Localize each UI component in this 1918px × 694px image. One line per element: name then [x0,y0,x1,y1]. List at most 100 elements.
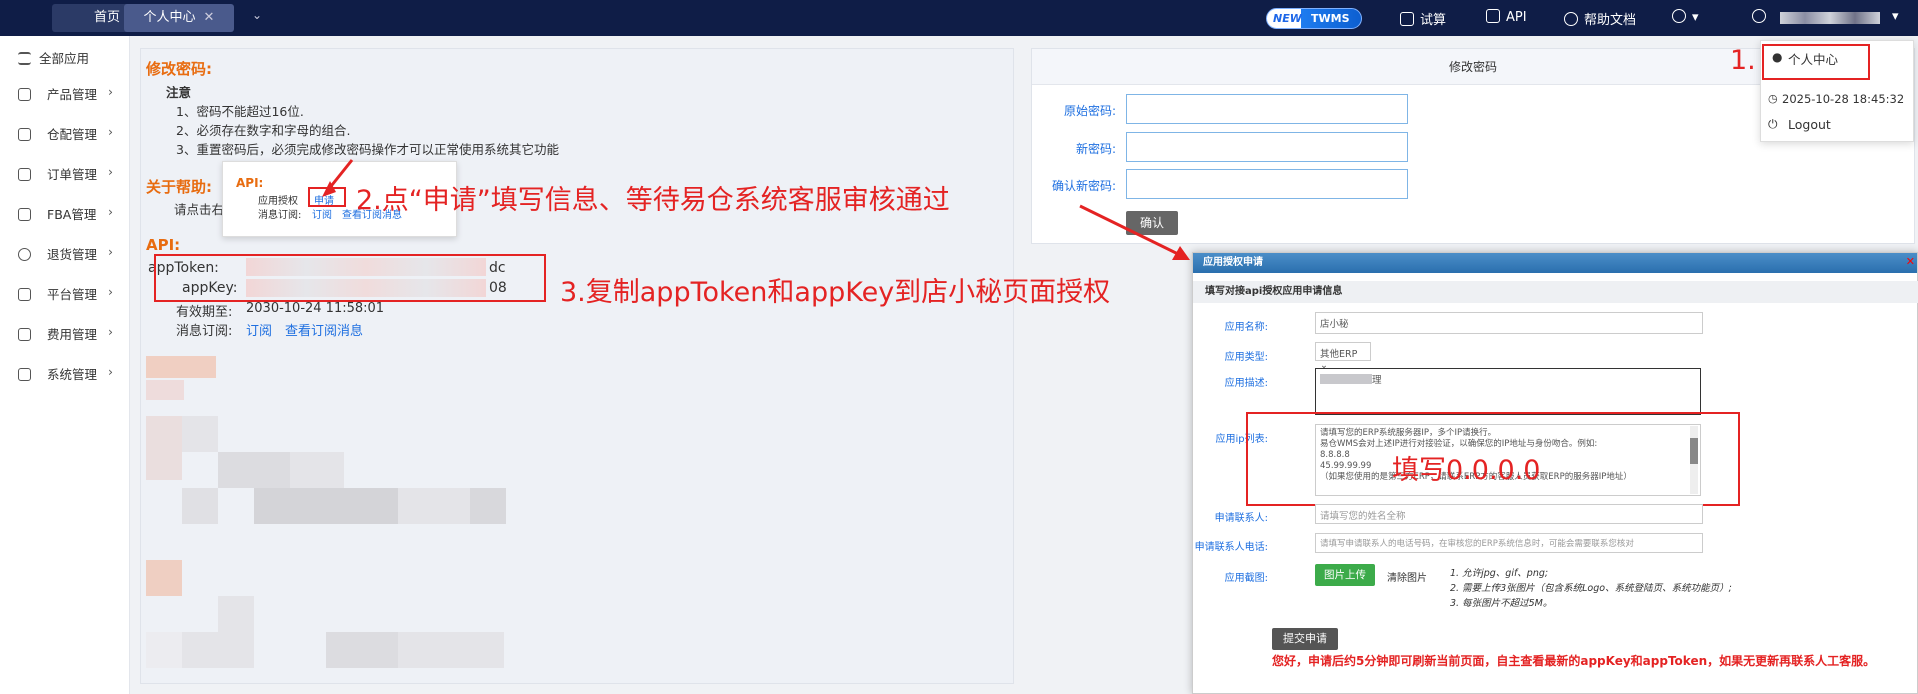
sidebar-item-returns[interactable]: 退货管理 › [18,244,113,264]
subscribe-label: 消息订阅: [176,324,233,339]
token-highlight-box [154,254,546,302]
new-password-input[interactable] [1126,132,1408,162]
close-icon[interactable]: ✕ [204,10,215,25]
old-password-input[interactable] [1126,94,1408,124]
nav-api[interactable]: API [1486,9,1527,25]
app-type-value: 其他ERP [1320,349,1358,360]
screenshot-label: 应用截图: [1224,573,1268,584]
sidebar-item-billing[interactable]: 费用管理 › [18,324,113,344]
change-password-heading: 修改密码: [146,60,212,78]
tab-personal-center[interactable]: 个人中心 ✕ [124,4,234,32]
notice-line-2: 2、必须存在数字和字母的组合. [176,123,351,138]
api-popup-sub-label: 消息订阅: [258,210,302,221]
globe-icon [1672,9,1686,23]
sidebar-item-orders[interactable]: 订单管理 › [18,164,113,184]
monitor-icon [18,368,31,381]
api-popup-title: API: [236,176,264,190]
nav-api-label: API [1506,10,1527,25]
phone-label: 申请联系人电话: [1194,542,1268,553]
bill-icon [18,328,31,341]
clock-icon: ◷ [1768,92,1778,105]
nav-help-docs[interactable]: 帮助文档 [1564,9,1636,28]
expire-label: 有效期至: [176,305,233,320]
apply-highlight-box [308,187,346,207]
sidebar-item-label: 平台管理 [47,287,98,302]
api-popup-subscribe-link[interactable]: 订阅 [312,206,332,221]
app-type-label: 应用类型: [1224,352,1268,363]
chevron-down-icon[interactable]: ⌄ [252,8,262,22]
app-name-input[interactable]: 店小秘 [1315,312,1703,334]
sidebar-item-platform[interactable]: 平台管理 › [18,284,113,304]
notice-line-3: 3、重置密码后，必须完成修改密码操作才可以正常使用系统其它功能 [176,142,559,157]
tab-personal-center-label: 个人中心 [143,10,196,25]
sidebar: 全部应用 产品管理 › 仓配管理 › 订单管理 › FBA管理 › 退货管理 › 平台管理… [0,36,130,694]
contact-input[interactable]: 请填写您的姓名全称 [1315,504,1703,524]
notice-title: 注意 [166,85,192,100]
dialog-close-icon[interactable]: ✕ [1906,255,1915,268]
confirm-password-input[interactable] [1126,169,1408,199]
user-menu-trigger[interactable] [1752,9,1772,25]
box-icon [18,208,31,221]
sidebar-item-label: 费用管理 [47,327,98,342]
annotation-step-3: 3.复制appToken和appKey到店小秘页面授权 [560,277,1111,308]
upload-rule-2: 2. 需要上传3张图片（包含系统Logo、系统登陆页、系统功能页）; [1450,583,1732,594]
caret-down-icon: ▾ [1692,10,1699,25]
sidebar-item-system[interactable]: 系统管理 › [18,364,113,384]
twms-badge[interactable]: NEW TWMS [1266,8,1362,29]
arrow-head [1172,246,1190,260]
app-name-label: 应用名称: [1224,322,1268,333]
store-icon [18,288,31,301]
help-heading: 关于帮助: [146,178,212,196]
warehouse-icon [18,128,31,141]
sidebar-item-products[interactable]: 产品管理 › [18,84,113,104]
app-desc-value: 理 [1372,375,1382,386]
login-timestamp: 2025-10-28 18:45:32 [1782,92,1905,106]
logout-button[interactable]: Logout [1788,117,1831,132]
sidebar-all-apps-label: 全部应用 [39,51,90,66]
top-bar: 首页 个人中心 ✕ ⌄ NEW TWMS 试算 API 帮助文档 ▾ ▾ [0,0,1918,36]
nav-trial-calc[interactable]: 试算 [1400,9,1446,28]
user-icon [1752,9,1766,23]
new-password-label: 新密码: [1075,142,1116,156]
nav-trial-calc-label: 试算 [1420,13,1447,28]
upload-image-button[interactable]: 图片上传 [1315,564,1375,586]
sidebar-item-label: 退货管理 [47,247,98,262]
sidebar-item-warehouse[interactable]: 仓配管理 › [18,124,113,144]
dialog-footer-note: 您好，申请后约5分钟即可刷新当前页面，自主查看最新的appKey和appToke… [1272,654,1876,668]
chevron-right-icon: › [108,284,113,299]
new-label: NEW [1273,12,1302,25]
personal-center-highlight-box [1762,44,1870,80]
phone-input[interactable]: 请填写申请联系人的电话号码，在审核您的ERP系统信息时，可能会需要联系您核对 [1315,533,1703,553]
api-popup-auth-label: 应用授权 [258,196,298,207]
api-heading: API: [146,236,181,254]
sidebar-all-apps[interactable]: 全部应用 [18,48,89,68]
app-type-select[interactable]: 其他ERP ⌄ [1315,342,1371,371]
sidebar-item-label: 订单管理 [47,167,98,182]
chevron-right-icon: › [108,84,113,99]
subscribe-link[interactable]: 订阅 [246,320,272,339]
user-caret-icon[interactable]: ▾ [1892,9,1899,24]
dialog-title: 应用授权申请 [1193,253,1917,273]
terminal-icon [1486,9,1500,23]
notice-line-1: 1、密码不能超过16位. [176,104,304,119]
username-redacted [1780,12,1880,24]
sidebar-item-fba[interactable]: FBA管理 › [18,204,113,224]
upload-rule-1: 1. 允许jpg、gif、png; [1450,568,1549,579]
chevron-right-icon: › [108,124,113,139]
sidebar-item-label: FBA管理 [47,207,97,222]
annotation-step-1: 1. [1730,45,1756,76]
confirm-button[interactable]: 确认 [1126,211,1178,235]
calculator-icon [1400,12,1414,26]
chevron-right-icon: › [108,164,113,179]
sidebar-item-label: 产品管理 [47,87,98,102]
language-switch[interactable]: ▾ [1672,9,1699,25]
app-desc-textarea[interactable]: 理 [1315,368,1701,415]
desc-redacted [1320,374,1372,384]
submit-application-button[interactable]: 提交申请 [1272,628,1338,650]
clear-image-button[interactable]: 清除图片 [1387,569,1427,584]
view-subscribe-link[interactable]: 查看订阅消息 [285,320,363,339]
confirm-password-label: 确认新密码: [1051,179,1116,193]
sidebar-item-label: 仓配管理 [47,127,98,142]
return-icon [18,248,31,261]
twms-label: TWMS [1311,12,1350,25]
